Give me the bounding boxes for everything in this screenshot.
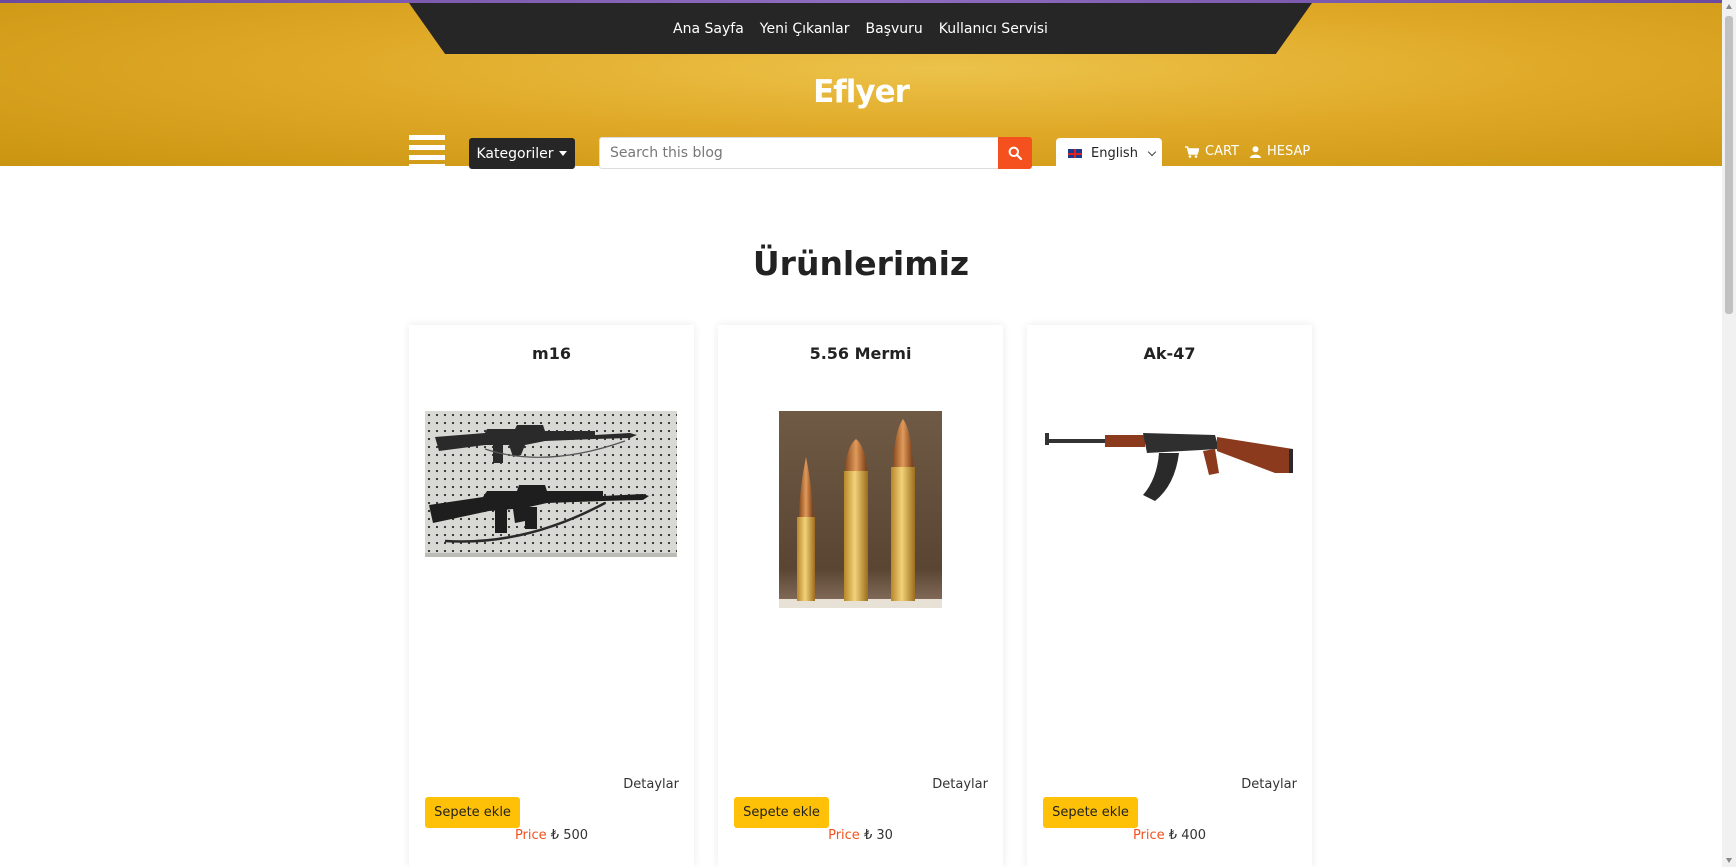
price-value: 400	[1181, 828, 1207, 843]
product-price: Price ₺ 500	[409, 828, 694, 843]
price-label: Price	[828, 828, 860, 843]
caret-down-icon	[559, 151, 568, 156]
section-title: Ürünlerimiz	[752, 244, 970, 283]
details-link[interactable]: Detaylar	[623, 777, 679, 792]
add-to-cart-button[interactable]: Sepete ekle	[1043, 797, 1138, 828]
cart-icon	[1185, 145, 1199, 158]
product-title: 5.56 Mermi	[809, 344, 912, 363]
add-to-cart-button[interactable]: Sepete ekle	[425, 797, 520, 828]
product-image-556-mermi[interactable]	[779, 411, 942, 608]
account-label: HESAP	[1267, 144, 1311, 159]
currency-symbol: ₺	[550, 828, 560, 843]
nav-link-kullanici-servisi[interactable]: Kullanıcı Servisi	[939, 21, 1048, 37]
currency-symbol: ₺	[1168, 828, 1178, 843]
product-price: Price ₺ 400	[1027, 828, 1312, 843]
account-link[interactable]: HESAP	[1250, 144, 1310, 159]
site-header: Ana Sayfa Yeni Çıkanlar Başvuru Kullanıc…	[0, 3, 1722, 169]
categories-dropdown-button[interactable]: Kategoriler	[469, 138, 575, 169]
scroll-down-arrow-icon[interactable]	[1726, 858, 1732, 863]
add-to-cart-button[interactable]: Sepete ekle	[734, 797, 829, 828]
price-label: Price	[1132, 828, 1165, 843]
cart-link[interactable]: CART	[1185, 144, 1239, 159]
product-title: Ak-47	[1143, 344, 1196, 363]
product-price: Price ₺ 30	[718, 828, 1003, 843]
top-navigation: Ana Sayfa Yeni Çıkanlar Başvuru Kullanıc…	[409, 3, 1312, 54]
nav-link-ana-sayfa[interactable]: Ana Sayfa	[673, 21, 744, 37]
product-card: Ak-47 Detaylar Sepete ekle Price ₺ 400	[1027, 325, 1312, 867]
scrollbar-thumb[interactable]	[1725, 16, 1733, 314]
price-value: 500	[563, 828, 589, 843]
product-image-m16[interactable]	[425, 411, 677, 557]
price-label: Price	[514, 828, 547, 843]
product-card: m16 Detaylar Sepete ekle Price ₺ 500	[409, 325, 694, 867]
user-icon	[1250, 145, 1261, 158]
search-button[interactable]	[998, 137, 1032, 169]
categories-label: Kategoriler	[476, 145, 554, 162]
details-link[interactable]: Detaylar	[932, 777, 988, 792]
language-label: English	[1091, 146, 1138, 161]
product-image-ak47[interactable]	[1043, 415, 1295, 515]
search-input[interactable]	[599, 137, 999, 169]
nav-link-basvuru[interactable]: Başvuru	[866, 21, 923, 37]
nav-link-yeni-cikanlar[interactable]: Yeni Çıkanlar	[760, 21, 850, 37]
product-card: 5.56 Mermi Detaylar Sepete ekle Price ₺ …	[718, 325, 1003, 867]
scroll-up-arrow-icon[interactable]	[1726, 4, 1732, 9]
hamburger-icon[interactable]	[409, 135, 445, 167]
chevron-down-icon	[1147, 147, 1157, 157]
currency-symbol: ₺	[863, 828, 873, 843]
price-value: 30	[876, 828, 893, 843]
cart-label: CART	[1205, 144, 1239, 159]
product-title: m16	[532, 344, 571, 363]
site-logo[interactable]: Eflyer	[0, 74, 1722, 110]
search-icon	[1008, 146, 1022, 160]
language-selector[interactable]: English	[1056, 138, 1162, 169]
details-link[interactable]: Detaylar	[1241, 777, 1297, 792]
flag-uk-icon	[1068, 149, 1082, 158]
vertical-scrollbar[interactable]	[1722, 0, 1736, 867]
